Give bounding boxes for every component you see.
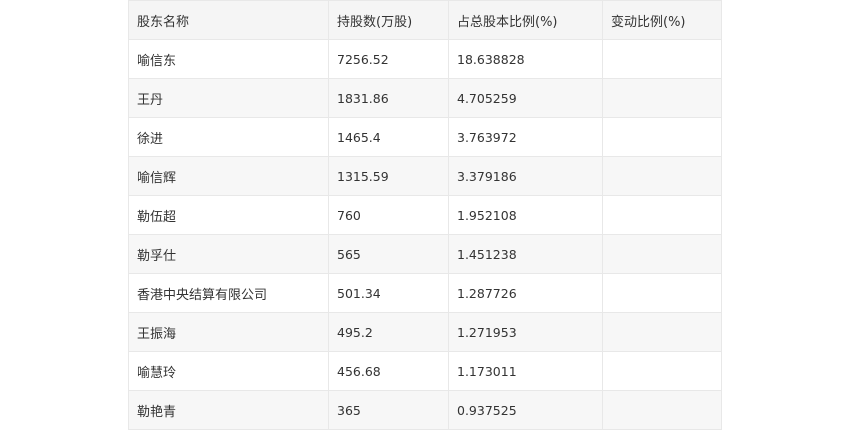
- table-row: 喻信东 7256.52 18.638828: [128, 39, 722, 79]
- table-row: 勒伍超 760 1.952108: [128, 195, 722, 235]
- cell-change: [602, 390, 722, 430]
- cell-ratio: 3.763972: [448, 117, 603, 157]
- cell-change: [602, 78, 722, 118]
- cell-ratio: 4.705259: [448, 78, 603, 118]
- table-row: 徐进 1465.4 3.763972: [128, 117, 722, 157]
- cell-name: 王丹: [128, 78, 329, 118]
- table-body: 喻信东 7256.52 18.638828 王丹 1831.86 4.70525…: [128, 39, 722, 430]
- cell-ratio: 18.638828: [448, 39, 603, 79]
- cell-shares: 501.34: [328, 273, 449, 313]
- table-row: 王振海 495.2 1.271953: [128, 312, 722, 352]
- cell-shares: 565: [328, 234, 449, 274]
- cell-shares: 1315.59: [328, 156, 449, 196]
- cell-change: [602, 351, 722, 391]
- cell-ratio: 1.173011: [448, 351, 603, 391]
- cell-change: [602, 156, 722, 196]
- cell-name: 勒伍超: [128, 195, 329, 235]
- cell-name: 喻信东: [128, 39, 329, 79]
- cell-name: 喻慧玲: [128, 351, 329, 391]
- cell-name: 勒孚仕: [128, 234, 329, 274]
- cell-shares: 760: [328, 195, 449, 235]
- cell-shares: 1465.4: [328, 117, 449, 157]
- table-header: 股东名称 持股数(万股) 占总股本比例(%) 变动比例(%): [128, 0, 722, 40]
- header-shares: 持股数(万股): [328, 0, 449, 40]
- header-shareholder-name: 股东名称: [128, 0, 329, 40]
- header-change: 变动比例(%): [602, 0, 722, 40]
- table-row: 香港中央结算有限公司 501.34 1.287726: [128, 273, 722, 313]
- header-row: 股东名称 持股数(万股) 占总股本比例(%) 变动比例(%): [128, 0, 722, 40]
- table-row: 王丹 1831.86 4.705259: [128, 78, 722, 118]
- table-row: 喻慧玲 456.68 1.173011: [128, 351, 722, 391]
- cell-shares: 1831.86: [328, 78, 449, 118]
- cell-change: [602, 195, 722, 235]
- table-row: 喻信辉 1315.59 3.379186: [128, 156, 722, 196]
- header-ratio: 占总股本比例(%): [448, 0, 603, 40]
- table-row: 勒艳青 365 0.937525: [128, 390, 722, 430]
- cell-name: 勒艳青: [128, 390, 329, 430]
- cell-change: [602, 273, 722, 313]
- cell-name: 香港中央结算有限公司: [128, 273, 329, 313]
- cell-name: 徐进: [128, 117, 329, 157]
- cell-name: 王振海: [128, 312, 329, 352]
- cell-ratio: 1.271953: [448, 312, 603, 352]
- cell-shares: 365: [328, 390, 449, 430]
- cell-change: [602, 39, 722, 79]
- cell-change: [602, 117, 722, 157]
- cell-shares: 7256.52: [328, 39, 449, 79]
- cell-ratio: 1.287726: [448, 273, 603, 313]
- cell-change: [602, 312, 722, 352]
- cell-ratio: 1.952108: [448, 195, 603, 235]
- table-row: 勒孚仕 565 1.451238: [128, 234, 722, 274]
- cell-ratio: 0.937525: [448, 390, 603, 430]
- cell-change: [602, 234, 722, 274]
- cell-ratio: 3.379186: [448, 156, 603, 196]
- cell-shares: 456.68: [328, 351, 449, 391]
- cell-shares: 495.2: [328, 312, 449, 352]
- cell-name: 喻信辉: [128, 156, 329, 196]
- shareholder-table: 股东名称 持股数(万股) 占总股本比例(%) 变动比例(%) 喻信东 7256.…: [128, 0, 722, 430]
- shareholder-table-container: 股东名称 持股数(万股) 占总股本比例(%) 变动比例(%) 喻信东 7256.…: [128, 0, 722, 430]
- cell-ratio: 1.451238: [448, 234, 603, 274]
